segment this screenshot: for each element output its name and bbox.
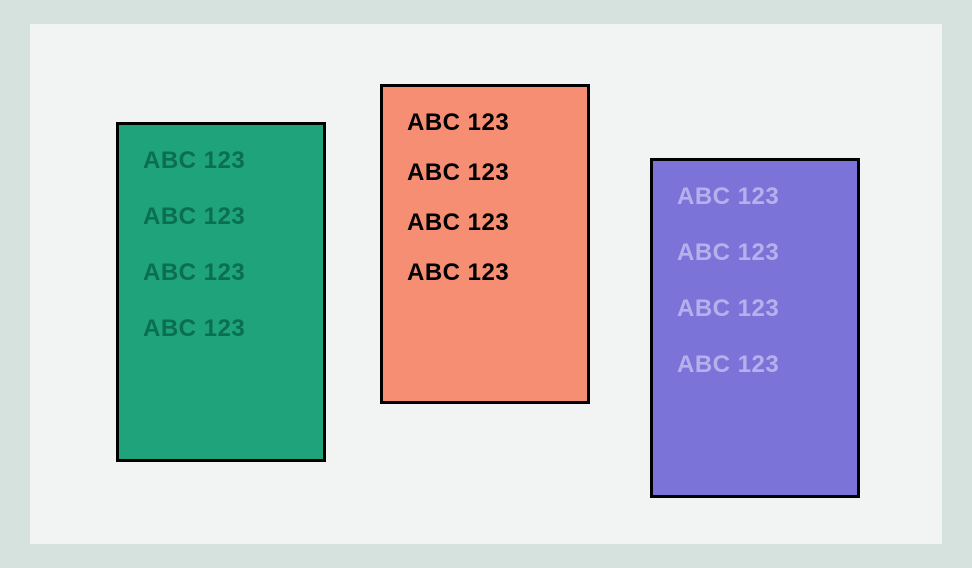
card-purple: ABC 123 ABC 123 ABC 123 ABC 123 [650,158,860,498]
card-green-line: ABC 123 [143,205,303,229]
card-green-line: ABC 123 [143,317,303,341]
card-orange: ABC 123 ABC 123 ABC 123 ABC 123 [380,84,590,404]
card-orange-line: ABC 123 [407,111,567,135]
card-orange-line: ABC 123 [407,161,567,185]
card-orange-line: ABC 123 [407,211,567,235]
card-orange-line: ABC 123 [407,261,567,285]
card-purple-line: ABC 123 [677,353,837,377]
card-purple-line: ABC 123 [677,185,837,209]
card-green-line: ABC 123 [143,149,303,173]
card-green: ABC 123 ABC 123 ABC 123 ABC 123 [116,122,326,462]
card-green-line: ABC 123 [143,261,303,285]
card-purple-line: ABC 123 [677,297,837,321]
card-purple-line: ABC 123 [677,241,837,265]
diagram-canvas: ABC 123 ABC 123 ABC 123 ABC 123 ABC 123 … [30,24,942,544]
